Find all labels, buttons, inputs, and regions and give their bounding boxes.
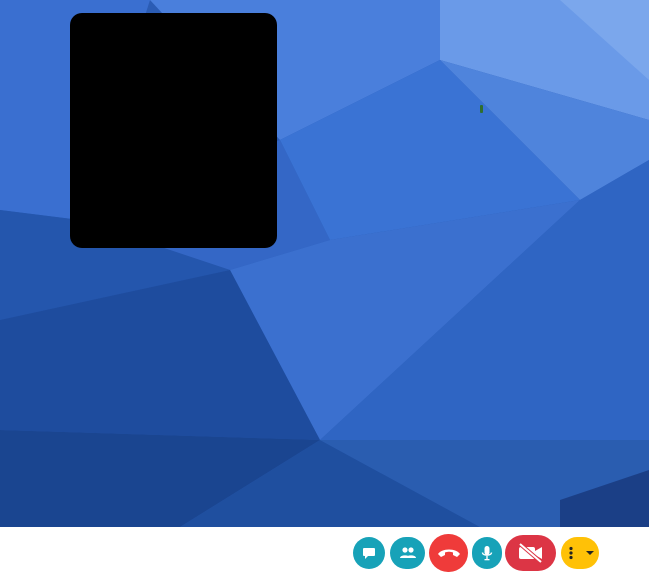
microphone-icon bbox=[481, 545, 493, 561]
microphone-button[interactable] bbox=[472, 537, 502, 569]
self-video-view bbox=[70, 13, 277, 248]
chat-bubble-icon bbox=[362, 546, 376, 560]
hangup-button[interactable] bbox=[429, 534, 468, 572]
camera-toggle-button[interactable] bbox=[505, 535, 556, 571]
phone-hangup-icon bbox=[437, 547, 461, 559]
caret-down-icon bbox=[586, 550, 594, 556]
more-options-button[interactable] bbox=[561, 537, 599, 569]
audio-level-indicator bbox=[480, 105, 483, 113]
chat-button[interactable] bbox=[353, 537, 385, 569]
participants-button[interactable] bbox=[390, 537, 425, 569]
video-stage bbox=[0, 0, 649, 527]
video-slash-icon bbox=[516, 542, 546, 564]
users-icon bbox=[399, 546, 417, 560]
more-vertical-icon bbox=[566, 546, 586, 560]
